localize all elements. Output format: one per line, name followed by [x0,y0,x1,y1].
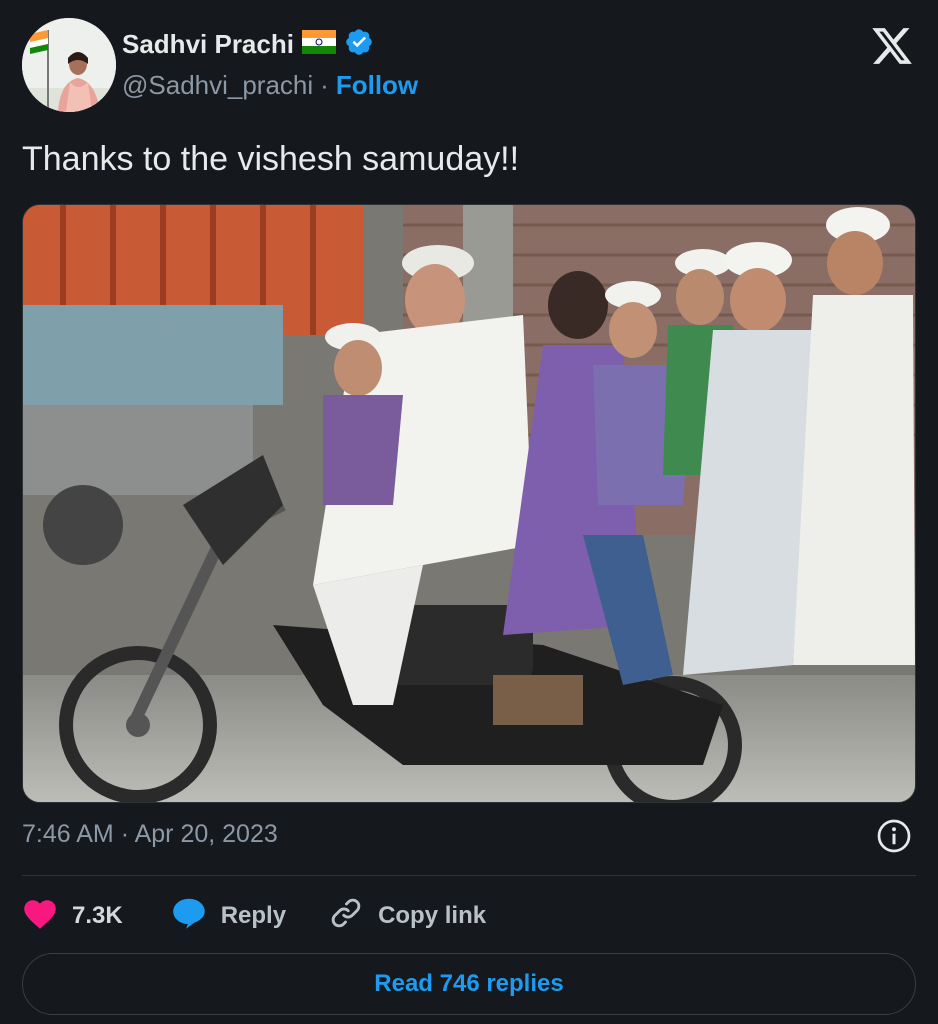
tweet-timestamp[interactable]: 7:46 AM · Apr 20, 2023 [22,820,278,849]
divider [22,875,916,876]
link-icon [328,895,364,938]
copy-link-button[interactable]: Copy link [328,895,486,938]
timestamp-separator: · [120,820,130,848]
avatar[interactable] [22,18,116,112]
reply-bubble-icon [171,896,207,937]
reply-label: Reply [220,902,287,929]
india-flag-icon [301,30,336,59]
tweet-media-image[interactable] [22,204,916,803]
copy-link-label: Copy link [378,902,487,929]
author-handle[interactable]: @Sadhvi_prachi [122,70,313,101]
x-logo-icon[interactable] [870,24,914,68]
reply-button[interactable]: Reply [171,896,286,937]
like-count: 7.3K [72,902,123,929]
author-name-row[interactable]: Sadhvi Prachi [122,27,374,62]
read-replies-button[interactable]: Read 746 replies [22,953,916,1015]
author-handle-row: @Sadhvi_prachi · Follow [122,70,418,101]
heart-icon [22,896,58,937]
tweet-time: 7:46 AM [22,820,114,848]
tweet-date: Apr 20, 2023 [134,820,278,848]
handle-separator: · [320,70,329,100]
tweet-actions: 7.3K Reply Copy link [22,895,486,937]
author-display-name[interactable]: Sadhvi Prachi [122,29,294,60]
like-button[interactable]: 7.3K [22,896,123,937]
verified-badge-icon [344,27,374,62]
follow-button[interactable]: Follow [336,70,418,101]
tweet-text: Thanks to the vishesh samuday!! [22,140,520,178]
info-icon[interactable] [876,818,912,854]
